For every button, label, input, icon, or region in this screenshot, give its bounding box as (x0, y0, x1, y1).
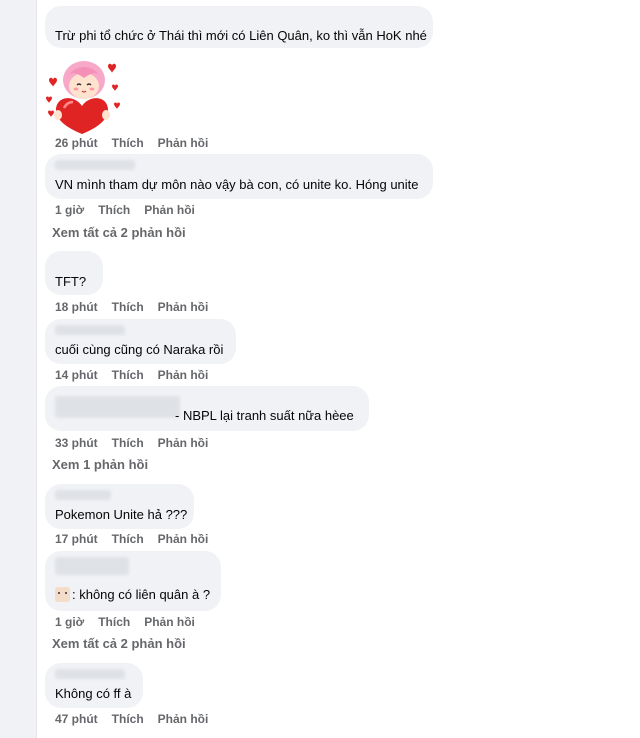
like-button[interactable]: Thích (112, 712, 144, 726)
reply-button[interactable]: Phản hồi (158, 712, 209, 726)
comment-text-body: : không có liên quân à ? (72, 587, 211, 602)
author-name-blurred (55, 669, 125, 679)
author-name-blurred (55, 325, 125, 335)
comment-time: 26 phút (55, 136, 98, 150)
author-name-blurred (55, 490, 111, 500)
reply-button[interactable]: Phản hồi (144, 203, 195, 217)
comment-text: Không có ff à (55, 686, 132, 701)
like-button[interactable]: Thích (112, 532, 144, 546)
comment-text: Trừ phi tổ chức ở Thái thì mới có Liên Q… (55, 28, 427, 43)
like-button[interactable]: Thích (112, 436, 144, 450)
comment-actions: 33 phút Thích Phản hồi (55, 436, 208, 450)
comment-actions: 47 phút Thích Phản hồi (55, 712, 208, 726)
comment-time: 1 giờ (55, 203, 85, 217)
left-rail (0, 0, 36, 738)
reply-button[interactable]: Phản hồi (158, 532, 209, 546)
like-button[interactable]: Thích (112, 300, 144, 314)
comment-text: : không có liên quân à ? (55, 587, 210, 603)
comment-time: 47 phút (55, 712, 98, 726)
author-name-blurred (55, 396, 180, 418)
comment-bubble: Trừ phi tổ chức ở Thái thì mới có Liên Q… (45, 6, 433, 48)
reply-button[interactable]: Phản hồi (158, 368, 209, 382)
comment-text: TFT? (55, 274, 87, 289)
author-name-blurred (55, 557, 129, 575)
comment-actions: 26 phút Thích Phản hồi (55, 136, 208, 150)
comment-bubble: Pokemon Unite hả ??? (45, 484, 194, 529)
comment-bubble: cuối cùng cũng có Naraka rồi (45, 319, 236, 364)
comment-text: cuối cùng cũng có Naraka rồi (55, 342, 224, 357)
comment-time: 1 giờ (55, 615, 85, 629)
comment-text: - NBPL lại tranh suất nữa hèee (175, 408, 354, 423)
comment-time: 14 phút (55, 368, 98, 382)
comment-actions: 14 phút Thích Phản hồi (55, 368, 208, 382)
like-button[interactable]: Thích (112, 136, 144, 150)
like-button[interactable]: Thích (98, 203, 130, 217)
thread-divider (36, 0, 37, 738)
comment-time: 18 phút (55, 300, 98, 314)
comment-time: 33 phút (55, 436, 98, 450)
reply-button[interactable]: Phản hồi (144, 615, 195, 629)
like-button[interactable]: Thích (112, 368, 144, 382)
author-name-blurred (55, 160, 135, 170)
reply-button[interactable]: Phản hồi (158, 436, 209, 450)
comment-actions: 1 giờ Thích Phản hồi (55, 203, 195, 217)
comment-bubble: : không có liên quân à ? (45, 551, 221, 611)
comment-text: VN mình tham dự môn nào vậy bà con, có u… (55, 177, 419, 192)
reply-button[interactable]: Phản hồi (158, 300, 209, 314)
comment-bubble: TFT? (45, 251, 103, 295)
view-replies-link[interactable]: Xem tất cả 2 phản hồi (52, 636, 186, 651)
comment-time: 17 phút (55, 532, 98, 546)
comment-bubble: - NBPL lại tranh suất nữa hèee (45, 386, 369, 431)
comment-bubble: VN mình tham dự môn nào vậy bà con, có u… (45, 154, 433, 199)
like-button[interactable]: Thích (98, 615, 130, 629)
comment-bubble: Không có ff à (45, 663, 143, 708)
comment-actions: 17 phút Thích Phản hồi (55, 532, 208, 546)
comment-text: Pokemon Unite hả ??? (55, 507, 188, 522)
comment-actions: 1 giờ Thích Phản hồi (55, 615, 195, 629)
dog-face-icon (55, 587, 70, 602)
comment-actions: 18 phút Thích Phản hồi (55, 300, 208, 314)
view-replies-link[interactable]: Xem tất cả 2 phản hồi (52, 225, 186, 240)
reply-button[interactable]: Phản hồi (158, 136, 209, 150)
view-replies-link[interactable]: Xem 1 phản hồi (52, 457, 148, 472)
sticker-icon (44, 58, 122, 134)
